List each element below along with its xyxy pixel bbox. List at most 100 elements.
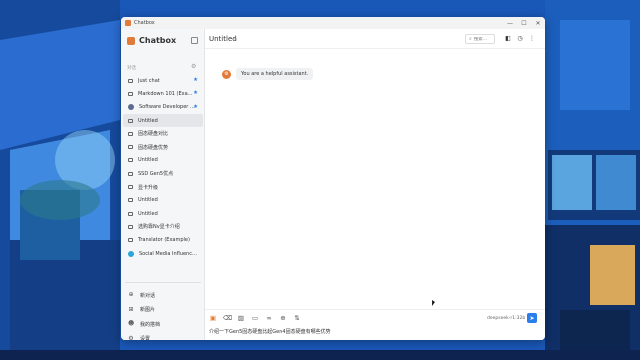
chat-icon <box>128 238 133 243</box>
sidebar-chat-item[interactable]: Untitled <box>123 154 203 167</box>
chat-icon <box>128 185 133 190</box>
chat-icon <box>128 158 133 163</box>
star-icon[interactable]: ★ <box>193 104 198 110</box>
chat-icon <box>128 224 133 229</box>
chat-item-label: SSD Gen5优点 <box>138 171 174 178</box>
chatbox-logo-icon <box>127 36 135 45</box>
send-button[interactable]: ➤ <box>527 313 537 323</box>
chat-icon <box>128 118 133 123</box>
sidebar-chat-item[interactable]: Untitled <box>123 194 203 207</box>
model-selector[interactable]: deepseek-r1:32b ⌄ <box>487 316 530 321</box>
chat-icon <box>128 131 133 136</box>
star-icon[interactable]: ★ <box>193 90 198 96</box>
search-box[interactable]: ⌕ <box>465 34 495 44</box>
nav-item[interactable]: ⊕ 新对话 <box>123 288 203 303</box>
maximize-button[interactable]: ☐ <box>517 17 531 29</box>
brand-name: Chatbox <box>139 36 177 45</box>
sidebar-chat-item[interactable]: SSD Gen5优点 <box>123 167 203 180</box>
chat-item-label: 固态硬盘优势 <box>138 144 169 151</box>
nav-item-label: 新图片 <box>140 307 156 314</box>
chat-item-label: Markdown 101 (Exa... <box>138 90 193 97</box>
sidebar-chat-item[interactable]: Social Media Influencer (E... <box>123 247 203 260</box>
chatbox-logo-icon[interactable]: ▣ <box>209 314 217 322</box>
plus-circle-icon: ⊕ <box>128 291 134 299</box>
nav-item[interactable]: ⚙ 设置 <box>123 332 203 340</box>
sidebar-chat-item[interactable]: 固态硬盘优势 <box>123 140 203 153</box>
message-text: You are a helpful assistant. <box>236 68 314 80</box>
system-message: ⚙ You are a helpful assistant. <box>222 68 314 80</box>
sidebar-chat-item[interactable]: Untitled <box>123 207 203 220</box>
gear-icon: ⚙ <box>128 334 134 340</box>
main-header: Untitled ✎ ⌕ ◧ ◷ ⋮ <box>205 29 545 49</box>
more-icon[interactable]: ⋮ <box>528 35 536 43</box>
main-panel: Untitled ✎ ⌕ ◧ ◷ ⋮ ⚙ You are a helpful a… <box>205 29 545 340</box>
composer-toolbar: ▣ ⌫ ▨ ▭ ∞ ⊕ ⇅ <box>209 314 307 322</box>
image-icon: ⊞ <box>128 305 134 313</box>
collapse-sidebar-icon[interactable] <box>191 37 198 44</box>
nav-item-label: 新对话 <box>140 292 156 299</box>
chat-item-label: Software Developer ... <box>139 104 195 111</box>
sidebar-chat-item[interactable]: Translator (Example) <box>123 234 203 247</box>
users-icon: ☻ <box>128 320 135 328</box>
window-controls: — ☐ ✕ <box>503 17 545 29</box>
chat-icon <box>128 211 133 216</box>
bottom-nav: ⊕新对话⊞新图片☻我的搭档⚙设置ⓘ关于(1.9.8) <box>123 288 203 340</box>
chat-icon <box>128 145 133 150</box>
sidebar-chat-item[interactable]: 选购靠Nv显卡介绍 <box>123 220 203 233</box>
sidebar-chat-item[interactable]: Just chat ★ <box>123 74 203 87</box>
nav-item-label: 设置 <box>140 336 151 340</box>
chat-item-label: Social Media Influencer (E... <box>139 250 197 257</box>
close-button[interactable]: ✕ <box>531 17 545 29</box>
sidebar-chat-item[interactable]: 显卡升级 <box>123 180 203 193</box>
chat-icon <box>128 78 133 83</box>
title-bar: Chatbox — ☐ ✕ <box>121 17 545 29</box>
composer: ▣ ⌫ ▨ ▭ ∞ ⊕ ⇅ deepseek-r1:32b ⌄ ➤ 介绍一下Gen5固态硬盘… <box>205 309 545 340</box>
link-icon[interactable]: ∞ <box>265 314 273 322</box>
brand: Chatbox <box>127 36 176 45</box>
search-icon: ⌕ <box>469 36 472 42</box>
message-input[interactable]: 介绍一下Gen5固态硬盘比起Gen4固态硬盘有哪些优势 <box>209 328 529 335</box>
system-avatar-icon: ⚙ <box>222 69 231 79</box>
chatbox-window: Chatbox — ☐ ✕ Chatbox 对话 ⚙ Just chat ★ Mar… <box>121 17 545 340</box>
nav-item[interactable]: ⊞ 新图片 <box>123 303 203 318</box>
divider <box>125 282 201 283</box>
nav-item-label: 我的搭档 <box>140 321 161 328</box>
chat-item-label: Untitled <box>138 157 158 164</box>
chat-icon <box>128 91 133 96</box>
sidebar-chat-item[interactable]: Software Developer ... ★ <box>123 101 203 114</box>
nav-item[interactable]: ☻ 我的搭档 <box>123 317 203 332</box>
avatar-icon <box>128 104 134 111</box>
globe-icon[interactable]: ⊕ <box>279 314 287 322</box>
section-label: 对话 <box>127 66 136 71</box>
chatbox-app-icon <box>125 20 131 26</box>
copilot-settings-icon[interactable]: ⚙ <box>191 64 197 70</box>
edit-icon[interactable]: ✎ <box>233 36 238 43</box>
minimize-button[interactable]: — <box>503 17 517 29</box>
chat-item-label: Untitled <box>138 197 158 204</box>
folder-icon[interactable]: ▭ <box>251 314 259 322</box>
layout-icon[interactable]: ◧ <box>504 35 512 43</box>
mouse-cursor <box>432 300 435 306</box>
star-icon[interactable]: ★ <box>193 77 198 83</box>
chat-item-label: Just chat <box>138 77 160 84</box>
image-icon[interactable]: ▨ <box>237 314 245 322</box>
chat-icon <box>128 171 133 176</box>
taskbar <box>0 350 640 360</box>
sidebar: Chatbox 对话 ⚙ Just chat ★ Markdown 101 (Exa… <box>121 29 205 340</box>
search-input[interactable] <box>473 36 494 42</box>
chat-list: Just chat ★ Markdown 101 (Exa... ★ Software … <box>123 74 203 260</box>
chat-item-label: 显卡升级 <box>138 184 159 191</box>
history-icon[interactable]: ◷ <box>516 35 524 43</box>
sidebar-chat-item[interactable]: Untitled <box>123 113 203 128</box>
chat-item-label: 固态硬盘对比 <box>138 131 169 138</box>
eraser-icon[interactable]: ⌫ <box>223 314 232 322</box>
avatar-icon <box>128 250 134 257</box>
chat-item-label: Translator (Example) <box>138 237 190 244</box>
window-title: Chatbox <box>134 20 155 26</box>
chat-item-label: Untitled <box>138 210 158 217</box>
sidebar-chat-item[interactable]: 固态硬盘对比 <box>123 127 203 140</box>
chat-icon <box>128 198 133 203</box>
chat-item-label: 选购靠Nv显卡介绍 <box>138 224 180 231</box>
sidebar-chat-item[interactable]: Markdown 101 (Exa... ★ <box>123 87 203 100</box>
settings-sliders-icon[interactable]: ⇅ <box>293 314 301 322</box>
